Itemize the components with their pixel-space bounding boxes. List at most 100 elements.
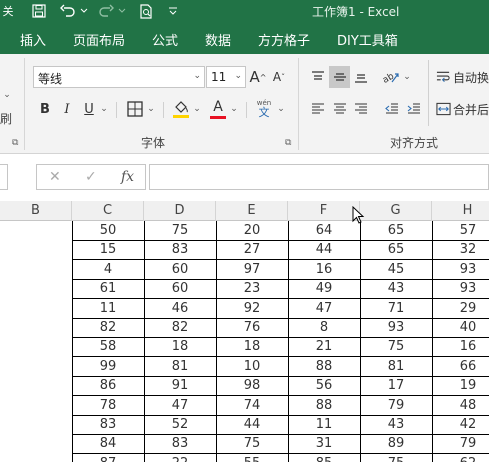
font-name-box[interactable]: 等线 ⌄ — [33, 66, 205, 88]
insert-function-button[interactable]: fx — [121, 169, 134, 185]
cell-g1[interactable]: 65 — [360, 221, 432, 240]
cell-c13[interactable]: 87 — [72, 454, 144, 462]
undo-icon[interactable] — [58, 2, 78, 20]
cell-b12[interactable] — [0, 434, 72, 453]
tab-diy-toolbox[interactable]: DIY工具箱 — [337, 30, 398, 49]
cell-e1[interactable]: 20 — [216, 221, 288, 240]
shrink-font-button[interactable]: Aˇ — [270, 66, 288, 88]
cell-e12[interactable]: 75 — [216, 434, 288, 453]
cell-c2[interactable]: 15 — [72, 240, 144, 259]
cell-f9[interactable]: 56 — [288, 376, 360, 395]
cell-c11[interactable]: 83 — [72, 415, 144, 434]
cell-g12[interactable]: 89 — [360, 434, 432, 453]
cell-f1[interactable]: 64 — [288, 221, 360, 240]
cell-c12[interactable]: 84 — [72, 434, 144, 453]
cell-f12[interactable]: 31 — [288, 434, 360, 453]
underline-dropdown-icon[interactable]: ⌄ — [99, 98, 109, 120]
cell-h13[interactable]: 62 — [432, 454, 489, 462]
cell-h1[interactable]: 57 — [432, 221, 489, 240]
orientation-dropdown-icon[interactable]: ⌄ — [402, 66, 412, 88]
cell-f3[interactable]: 16 — [288, 260, 360, 279]
cell-h11[interactable]: 42 — [432, 415, 489, 434]
italic-button[interactable]: I — [58, 98, 76, 120]
fill-color-dropdown-icon[interactable]: ⌄ — [192, 98, 202, 120]
cell-g13[interactable]: 75 — [360, 454, 432, 462]
cell-g10[interactable]: 79 — [360, 396, 432, 415]
cell-e5[interactable]: 92 — [216, 299, 288, 318]
cell-c3[interactable]: 4 — [72, 260, 144, 279]
cell-e3[interactable]: 97 — [216, 260, 288, 279]
cell-g7[interactable]: 75 — [360, 337, 432, 356]
borders-icon[interactable] — [124, 98, 146, 120]
cell-c6[interactable]: 82 — [72, 318, 144, 337]
cell-b5[interactable] — [0, 299, 72, 318]
underline-button[interactable]: U — [80, 98, 98, 120]
merge-center-button[interactable]: 合并后 — [436, 98, 489, 120]
cell-g8[interactable]: 81 — [360, 357, 432, 376]
cell-d8[interactable]: 81 — [144, 357, 216, 376]
cell-c8[interactable]: 99 — [72, 357, 144, 376]
cell-f10[interactable]: 88 — [288, 396, 360, 415]
cell-h7[interactable]: 16 — [432, 337, 489, 356]
cell-h10[interactable]: 48 — [432, 396, 489, 415]
column-header-b[interactable]: B — [0, 201, 72, 221]
cell-c9[interactable]: 86 — [72, 376, 144, 395]
cell-c5[interactable]: 11 — [72, 299, 144, 318]
cell-c1[interactable]: 50 — [72, 221, 144, 240]
cell-g2[interactable]: 65 — [360, 240, 432, 259]
cell-b7[interactable] — [0, 337, 72, 356]
cell-b2[interactable] — [0, 240, 72, 259]
cell-h12[interactable]: 79 — [432, 434, 489, 453]
cell-g3[interactable]: 45 — [360, 260, 432, 279]
cell-e11[interactable]: 44 — [216, 415, 288, 434]
cell-b6[interactable] — [0, 318, 72, 337]
cell-d4[interactable]: 60 — [144, 279, 216, 298]
cell-b9[interactable] — [0, 376, 72, 395]
tab-data[interactable]: 数据 — [205, 30, 231, 49]
cell-d3[interactable]: 60 — [144, 260, 216, 279]
cell-e9[interactable]: 98 — [216, 376, 288, 395]
cell-b4[interactable] — [0, 279, 72, 298]
phonetic-guide-button[interactable]: wén 文 — [252, 96, 276, 122]
phonetic-dropdown-icon[interactable]: ⌄ — [276, 98, 286, 120]
font-launcher-icon[interactable]: ⧉ — [285, 138, 291, 148]
tab-insert[interactable]: 插入 — [20, 30, 46, 49]
print-preview-icon[interactable] — [136, 2, 156, 20]
cell-h4[interactable]: 93 — [432, 279, 489, 298]
cell-e7[interactable]: 18 — [216, 337, 288, 356]
cell-b8[interactable] — [0, 357, 72, 376]
cell-h2[interactable]: 32 — [432, 240, 489, 259]
tab-page-layout[interactable]: 页面布局 — [73, 30, 125, 49]
font-size-box[interactable]: 11 ⌄ — [206, 66, 246, 88]
customize-toolbar-icon[interactable] — [166, 2, 180, 20]
increase-indent-icon[interactable] — [404, 98, 424, 120]
fill-color-icon[interactable] — [170, 96, 192, 122]
cell-d1[interactable]: 75 — [144, 221, 216, 240]
cell-h9[interactable]: 19 — [432, 376, 489, 395]
undo-dropdown-icon[interactable] — [79, 2, 89, 20]
paste-dropdown-icon[interactable]: ⌄ — [2, 88, 12, 102]
cell-f5[interactable]: 47 — [288, 299, 360, 318]
worksheet-grid[interactable]: 50 75 20 64 65 57 15 83 27 44 65 32 4 60 97 16 45 93 61 60 2… — [0, 221, 489, 462]
cancel-icon[interactable]: ✕ — [49, 169, 61, 185]
cell-g6[interactable]: 93 — [360, 318, 432, 337]
cell-f4[interactable]: 49 — [288, 279, 360, 298]
column-header-e[interactable]: E — [216, 201, 288, 221]
bold-button[interactable]: B — [36, 98, 54, 120]
cell-e10[interactable]: 74 — [216, 396, 288, 415]
column-header-h[interactable]: H — [432, 201, 489, 221]
font-color-button[interactable]: A — [207, 96, 229, 122]
cell-h8[interactable]: 66 — [432, 357, 489, 376]
cell-f13[interactable]: 85 — [288, 454, 360, 462]
cell-b11[interactable] — [0, 415, 72, 434]
align-center-icon[interactable] — [329, 98, 350, 120]
cell-f6[interactable]: 8 — [288, 318, 360, 337]
orientation-icon[interactable]: ab — [380, 66, 402, 88]
redo-dropdown-icon[interactable] — [117, 2, 127, 20]
grow-font-button[interactable]: A ^ — [249, 66, 267, 88]
format-painter-label[interactable]: 刷 — [0, 110, 12, 127]
cell-b10[interactable] — [0, 396, 72, 415]
cell-d6[interactable]: 82 — [144, 318, 216, 337]
decrease-indent-icon[interactable] — [382, 98, 402, 120]
cell-f7[interactable]: 21 — [288, 337, 360, 356]
